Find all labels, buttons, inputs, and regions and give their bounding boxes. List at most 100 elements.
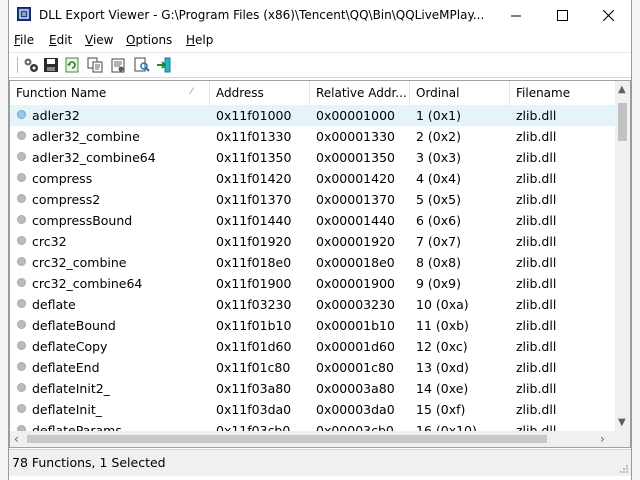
close-icon (602, 9, 614, 21)
address-cell: 0x11f01330 (216, 129, 292, 144)
filename-cell: zlib.dll (516, 381, 557, 396)
html-report-icon (111, 58, 125, 73)
filename-cell: zlib.dll (516, 255, 557, 270)
table-row[interactable]: deflateParams 0x11f03cb0 0x00003cb0 16 (0x1… (10, 420, 615, 431)
table-row[interactable]: deflateEnd 0x11f01c80 0x00001c80 13 (0xd) zl… (10, 357, 615, 378)
table-row[interactable]: deflateCopy 0x11f01d60 0x00001d60 12 (0xc) z… (10, 336, 615, 357)
minimize-button[interactable] (493, 0, 539, 30)
menu-options-label: ptions (135, 33, 173, 47)
function-bullet-icon (17, 173, 26, 182)
horizontal-scrollbar[interactable]: ‹ › (10, 431, 615, 447)
function-bullet-icon (17, 404, 26, 413)
find-button[interactable] (133, 56, 151, 74)
close-button[interactable] (585, 0, 631, 30)
maximize-button[interactable] (539, 0, 585, 30)
table-row[interactable]: deflate 0x11f03230 0x00003230 10 (0xa) zlib.… (10, 294, 615, 315)
filename-cell: zlib.dll (516, 171, 557, 186)
ordinal-cell: 2 (0x2) (416, 129, 461, 144)
table-row[interactable]: deflateBound 0x11f01b10 0x00001b10 11 (0xb)… (10, 315, 615, 336)
menu-view[interactable]: View (85, 33, 113, 47)
filename-cell: zlib.dll (516, 234, 557, 249)
sort-ascending-icon: ⁄ (191, 87, 193, 97)
function-name-cell: crc32_combine (32, 255, 127, 270)
function-name-cell: compress (32, 171, 93, 186)
menu-help[interactable]: Help (186, 33, 213, 47)
save-button[interactable] (42, 56, 60, 74)
column-header-function-name[interactable]: Function Name ⁄ (10, 81, 210, 105)
relative-address-cell: 0x00003da0 (316, 402, 395, 417)
exports-list[interactable]: Function Name ⁄ Address Relative Addr...… (9, 80, 631, 448)
table-row[interactable]: crc32_combine 0x11f018e0 0x000018e0 8 (0x8)… (10, 252, 615, 273)
ordinal-cell: 7 (0x7) (416, 234, 461, 249)
resize-grip-icon[interactable] (619, 464, 629, 474)
function-bullet-icon (17, 215, 26, 224)
address-cell: 0x11f01d60 (216, 339, 292, 354)
table-row[interactable]: adler32_combine 0x11f01330 0x00001330 2 (0x… (10, 126, 615, 147)
vertical-scroll-thumb[interactable] (618, 103, 627, 141)
app-icon (17, 7, 31, 21)
function-name-cell: compress2 (32, 192, 101, 207)
ordinal-cell: 11 (0xb) (416, 318, 469, 333)
filename-cell: zlib.dll (516, 297, 557, 312)
scroll-right-icon[interactable]: › (600, 432, 605, 446)
table-row[interactable]: crc32_combine64 0x11f01900 0x00001900 9 (0x… (10, 273, 615, 294)
filename-cell: zlib.dll (516, 213, 557, 228)
address-cell: 0x11f03da0 (216, 402, 292, 417)
copy-button[interactable] (86, 56, 104, 74)
address-cell: 0x11f01000 (216, 108, 292, 123)
html-report-button[interactable] (109, 56, 127, 74)
table-row[interactable]: adler32 0x11f01000 0x00001000 1 (0x1) zlib.d… (10, 105, 615, 126)
function-bullet-icon (17, 320, 26, 329)
menu-options[interactable]: Options (126, 33, 172, 47)
menu-bar: File Edit View Options Help (9, 30, 631, 52)
ordinal-cell: 13 (0xd) (416, 360, 469, 375)
column-header-label: Relative Addr... (316, 86, 407, 100)
refresh-icon (65, 57, 79, 73)
table-row[interactable]: compressBound 0x11f01440 0x00001440 6 (0x6)… (10, 210, 615, 231)
function-name-cell: deflateInit_ (32, 402, 102, 417)
filename-cell: zlib.dll (516, 360, 557, 375)
table-row[interactable]: adler32_combine64 0x11f01350 0x00001350 3 (… (10, 147, 615, 168)
relative-address-cell: 0x00001000 (316, 108, 395, 123)
scroll-left-icon[interactable]: ‹ (14, 432, 19, 446)
relative-address-cell: 0x00001330 (316, 129, 395, 144)
ordinal-cell: 3 (0x3) (416, 150, 461, 165)
function-bullet-icon (17, 257, 26, 266)
table-row[interactable]: compress 0x11f01420 0x00001420 4 (0x4) zlib.… (10, 168, 615, 189)
copy-icon (87, 57, 103, 73)
filename-cell: zlib.dll (516, 423, 557, 431)
list-rows: adler32 0x11f01000 0x00001000 1 (0x1) zlib.d… (10, 105, 615, 431)
refresh-button[interactable] (63, 56, 81, 74)
ordinal-cell: 8 (0x8) (416, 255, 461, 270)
menu-edit-label: dit (56, 33, 73, 47)
column-header-ordinal[interactable]: Ordinal (410, 81, 510, 105)
table-row[interactable]: deflateInit_ 0x11f03da0 0x00003da0 15 (0xf)… (10, 399, 615, 420)
column-header-label: Function Name (16, 86, 107, 100)
exit-button[interactable] (155, 56, 173, 74)
address-cell: 0x11f03230 (216, 297, 292, 312)
table-row[interactable]: crc32 0x11f01920 0x00001920 7 (0x7) zlib.dll (10, 231, 615, 252)
filename-cell: zlib.dll (516, 192, 557, 207)
toolbar-grip (17, 57, 21, 73)
function-bullet-icon (17, 131, 26, 140)
table-row[interactable]: compress2 0x11f01370 0x00001370 5 (0x5) zlib… (10, 189, 615, 210)
filename-cell: zlib.dll (516, 108, 557, 123)
relative-address-cell: 0x00003a80 (316, 381, 395, 396)
menu-file[interactable]: File (14, 33, 34, 47)
scroll-down-icon[interactable]: ▼ (618, 417, 626, 428)
title-bar[interactable]: DLL Export Viewer - G:\Program Files (x8… (9, 0, 631, 30)
column-header-relative-address[interactable]: Relative Addr... (310, 81, 410, 105)
menu-edit[interactable]: Edit (49, 33, 72, 47)
table-row[interactable]: deflateInit2_ 0x11f03a80 0x00003a80 14 (0xe… (10, 378, 615, 399)
relative-address-cell: 0x000018e0 (316, 255, 395, 270)
properties-button[interactable] (22, 56, 40, 74)
status-text: 78 Functions, 1 Selected (12, 455, 166, 470)
horizontal-scroll-thumb[interactable] (27, 435, 547, 443)
column-header-filename[interactable]: Filename (510, 81, 615, 105)
function-bullet-icon (17, 236, 26, 245)
filename-cell: zlib.dll (516, 318, 557, 333)
function-bullet-icon (17, 194, 26, 203)
vertical-scrollbar[interactable]: ▲ ▼ (615, 81, 630, 431)
scroll-up-icon[interactable]: ▲ (618, 84, 626, 95)
column-header-address[interactable]: Address (210, 81, 310, 105)
